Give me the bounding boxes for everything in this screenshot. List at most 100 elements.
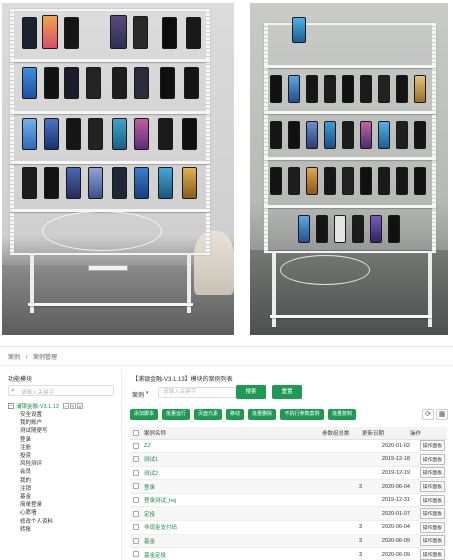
table-row[interactable]: ZZ 2020-01-02 操作面板 xyxy=(130,439,447,454)
case-name-link[interactable]: 登录测试_hej xyxy=(144,493,322,508)
action-panel-button[interactable]: 操作面板 xyxy=(419,549,445,560)
phone xyxy=(288,75,300,103)
batch-delete-button[interactable]: 批量删除 xyxy=(248,409,276,420)
phone xyxy=(298,215,310,243)
tree-item[interactable]: 注册 xyxy=(20,444,53,452)
action-panel-button[interactable]: 操作面板 xyxy=(419,521,445,533)
row-checkbox[interactable] xyxy=(130,479,144,494)
phone xyxy=(342,121,354,149)
table-row[interactable]: 测试1 2019-12-18 操作面板 xyxy=(130,452,447,467)
module-tree-root[interactable]: − 浦银金融-V3.1.13 + ✎ ⊘ xyxy=(8,402,83,410)
breadcrumb-item[interactable]: 案例 xyxy=(8,355,20,361)
row-checkbox[interactable] xyxy=(130,520,144,535)
tree-item[interactable]: 登录 xyxy=(20,436,53,444)
row-checkbox[interactable] xyxy=(130,493,144,508)
row-checkbox[interactable] xyxy=(130,547,144,560)
column-header-name: 案例名称 xyxy=(144,427,322,440)
phone xyxy=(112,167,127,199)
action-panel-button[interactable]: 操作面板 xyxy=(419,494,445,506)
add-module-icon[interactable]: + xyxy=(62,403,69,409)
phone xyxy=(324,75,336,103)
row-checkbox[interactable] xyxy=(130,439,144,454)
phone xyxy=(378,75,390,103)
param-count: 3 xyxy=(322,547,362,560)
table-row[interactable]: 登录 3 2020-06-04 操作面板 xyxy=(130,479,447,494)
rack-post xyxy=(206,9,210,255)
case-name-link[interactable]: 基金定投 xyxy=(144,547,322,560)
phone xyxy=(112,67,127,99)
module-search-input[interactable]: ⌕ 请输入关键字 xyxy=(8,385,114,396)
tree-item[interactable]: 注销 xyxy=(20,485,53,493)
action-panel-button[interactable]: 操作面板 xyxy=(419,481,445,493)
skip-param-cases-button[interactable]: 不执行参数案例 xyxy=(280,409,324,420)
table-row[interactable]: 非现金支付码 3 2020-06-04 操作面板 xyxy=(130,520,447,535)
phone xyxy=(134,167,149,199)
page-elements-button[interactable]: 页面元素 xyxy=(194,409,222,420)
edit-module-icon[interactable]: ✎ xyxy=(69,403,76,409)
tree-item[interactable]: 我的 xyxy=(20,477,53,485)
right-phone-rack-photo xyxy=(250,3,448,335)
row-checkbox[interactable] xyxy=(130,534,144,549)
table-row[interactable]: 登录测试_hej 2019-12-31 操作面板 xyxy=(130,493,447,508)
batch-run-button[interactable]: 批量运行 xyxy=(162,409,190,420)
phone xyxy=(134,118,149,150)
case-name-link[interactable]: 定投 xyxy=(144,506,322,522)
row-checkbox[interactable] xyxy=(130,452,144,467)
case-name-link[interactable]: 登录 xyxy=(144,479,322,494)
refresh-icon[interactable]: ⟳ xyxy=(422,409,434,420)
action-panel-button[interactable]: 操作面板 xyxy=(419,508,445,520)
tree-item[interactable]: 心愿墙 xyxy=(20,509,53,517)
tree-item[interactable]: 基金 xyxy=(20,493,53,501)
tree-item[interactable]: 简单登录 xyxy=(20,501,53,509)
action-panel-button[interactable]: 操作面板 xyxy=(419,440,445,452)
search-button[interactable]: 搜索 xyxy=(236,385,266,399)
table-row[interactable]: 基金定投 3 2020-06-09 操作面板 xyxy=(130,547,447,560)
phone xyxy=(64,67,79,99)
column-header-updated: 更新日期 xyxy=(362,427,410,440)
phone xyxy=(360,121,372,149)
table-row[interactable]: 定投 2020-01-07 操作面板 xyxy=(130,506,447,522)
add-script-button[interactable]: 添加脚本 xyxy=(130,409,158,420)
tree-item[interactable]: 会员 xyxy=(20,468,53,476)
batch-copy-button[interactable]: 批量复制 xyxy=(328,409,356,420)
case-management-app: 案例 / 案例管理 功能模块 ⌕ 请输入关键字 − 浦银金融-V3.1.13 +… xyxy=(0,346,453,560)
phone xyxy=(414,121,426,149)
delete-module-icon[interactable]: ⊘ xyxy=(76,403,83,409)
row-checkbox[interactable] xyxy=(130,506,144,522)
move-button[interactable]: 移动 xyxy=(226,409,244,420)
action-panel-button[interactable]: 操作面板 xyxy=(419,453,445,465)
tree-item[interactable]: 修改个人资料 xyxy=(20,518,53,526)
reset-button[interactable]: 重置 xyxy=(272,385,302,399)
case-name-link[interactable]: 非现金支付码 xyxy=(144,520,322,535)
tree-item[interactable]: 转账 xyxy=(20,526,53,534)
tree-item[interactable]: 安全设置 xyxy=(20,411,53,419)
case-search-input[interactable]: 请输入关键字 xyxy=(158,387,238,398)
phone xyxy=(396,121,408,149)
tree-item[interactable]: 风险测评 xyxy=(20,460,53,468)
chevron-down-icon[interactable]: ▾ xyxy=(146,388,154,398)
rack-base xyxy=(270,315,432,318)
tree-item[interactable]: 测试随便写 xyxy=(20,427,53,435)
sidebar-title: 功能模块 xyxy=(8,377,33,383)
field-select-label[interactable]: 案例 xyxy=(132,390,144,399)
phone xyxy=(112,118,127,150)
tree-item[interactable]: 我的账户 xyxy=(20,419,53,427)
grid-icon[interactable]: ▦ xyxy=(436,409,448,420)
cable xyxy=(42,211,162,251)
tree-item[interactable]: 投资 xyxy=(20,452,53,460)
updated-date: 2020-06-04 xyxy=(362,479,410,494)
table-row[interactable]: 测试2 2019-12-19 操作面板 xyxy=(130,466,447,481)
phone xyxy=(342,167,354,195)
case-name-link[interactable]: 测试1 xyxy=(144,452,322,467)
case-name-link[interactable]: 测试2 xyxy=(144,466,322,481)
action-panel-button[interactable]: 操作面板 xyxy=(419,535,445,547)
case-name-link[interactable]: ZZ xyxy=(144,439,322,454)
action-panel-button[interactable]: 操作面板 xyxy=(419,467,445,479)
phone xyxy=(324,167,336,195)
tree-root-label[interactable]: 浦银金融-V3.1.13 xyxy=(16,402,59,410)
collapse-icon[interactable]: − xyxy=(8,403,14,409)
select-all-checkbox[interactable] xyxy=(130,427,144,440)
case-name-link[interactable]: 基金 xyxy=(144,534,322,549)
table-row[interactable]: 基金 3 2020-06-09 操作面板 xyxy=(130,534,447,549)
row-checkbox[interactable] xyxy=(130,466,144,481)
